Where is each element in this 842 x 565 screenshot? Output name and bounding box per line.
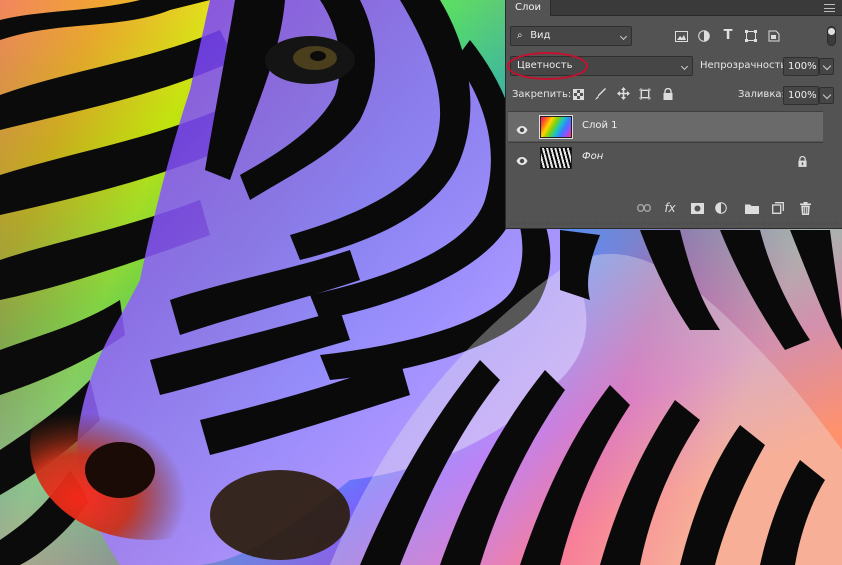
layer-name-background[interactable]: Фон xyxy=(582,151,603,162)
panel-bottom-bar: fx xyxy=(506,198,842,218)
opacity-dropdown-arrow[interactable] xyxy=(819,58,834,75)
panel-tab-bar: Слои xyxy=(506,0,842,16)
panel-menu-icon[interactable] xyxy=(824,4,835,12)
new-layer-icon[interactable] xyxy=(770,200,786,216)
chevron-down-icon xyxy=(680,62,689,71)
add-mask-icon[interactable] xyxy=(689,200,705,216)
fill-value: 100% xyxy=(788,90,817,101)
lock-transparent-pixels-icon[interactable] xyxy=(572,88,584,100)
annotation-highlight-ring xyxy=(507,52,588,80)
new-group-icon[interactable] xyxy=(744,200,760,216)
adjustment-filter-icon[interactable] xyxy=(696,28,712,44)
filter-row: ⌕ Вид T xyxy=(506,26,842,52)
layer-style-icon[interactable]: fx xyxy=(662,200,678,216)
filter-label: Вид xyxy=(530,30,551,41)
shape-filter-icon[interactable] xyxy=(743,28,759,44)
opacity-value: 100% xyxy=(788,61,817,72)
link-layers-icon[interactable] xyxy=(636,200,652,216)
lock-all-icon[interactable] xyxy=(662,87,674,100)
layer-thumbnail-layer1 xyxy=(539,115,573,139)
opacity-input[interactable]: 100% xyxy=(783,57,834,76)
fill-dropdown-arrow[interactable] xyxy=(819,87,834,104)
tab-layers[interactable]: Слои xyxy=(506,0,551,16)
chevron-down-icon xyxy=(619,32,628,41)
lock-label: Закрепить: xyxy=(512,89,572,100)
fill-label: Заливка: xyxy=(738,89,785,100)
layer-lock-icon xyxy=(798,152,807,171)
filter-toggle-switch[interactable] xyxy=(827,26,836,46)
smart-object-filter-icon[interactable] xyxy=(766,28,782,44)
layer-row-layer1[interactable]: Слой 1 xyxy=(508,111,823,141)
lock-position-icon[interactable] xyxy=(617,87,630,100)
delete-layer-icon[interactable] xyxy=(797,200,813,216)
layer-filter-dropdown[interactable]: ⌕ Вид xyxy=(510,26,632,46)
adjustment-layer-icon[interactable] xyxy=(713,200,729,216)
panel-resize-grip[interactable] xyxy=(510,222,838,225)
type-filter-icon[interactable]: T xyxy=(720,27,736,43)
opacity-label: Непрозрачность: xyxy=(700,60,790,71)
lock-artboard-icon[interactable] xyxy=(639,88,651,100)
search-icon: ⌕ xyxy=(517,30,523,41)
fill-input[interactable]: 100% xyxy=(783,86,834,105)
layer-row-background[interactable]: Фон xyxy=(508,142,823,172)
visibility-eye-icon[interactable] xyxy=(516,152,528,165)
layer-name-layer1[interactable]: Слой 1 xyxy=(582,120,618,131)
lock-row: Закрепить: Заливка: 100% xyxy=(506,85,842,111)
lock-image-pixels-icon[interactable] xyxy=(595,88,607,100)
image-filter-icon[interactable] xyxy=(673,28,689,44)
layer-thumbnail-background xyxy=(540,147,572,169)
visibility-eye-icon[interactable] xyxy=(516,121,528,134)
